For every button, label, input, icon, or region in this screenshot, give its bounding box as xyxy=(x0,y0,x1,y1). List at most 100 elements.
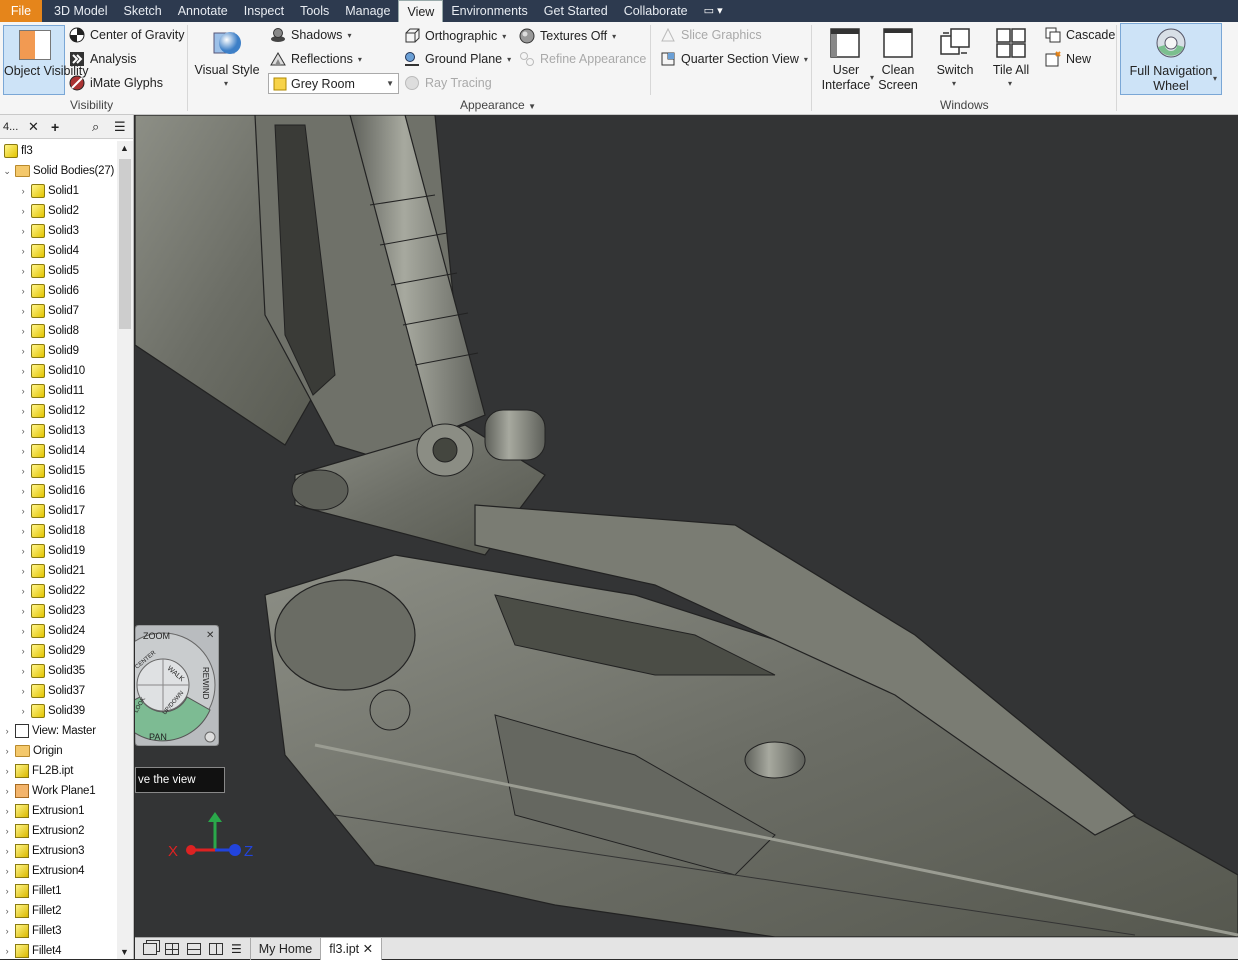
tree-solid-item[interactable]: › Solid21 xyxy=(18,561,85,581)
collapse-arrow-icon[interactable]: ⌄ xyxy=(2,166,12,177)
bike-frame-model[interactable] xyxy=(135,115,1238,937)
ground-plane-button[interactable]: Ground Plane ▾ xyxy=(404,51,511,67)
tree-feature-item[interactable]: › Fillet1 xyxy=(2,881,61,901)
search-icon[interactable]: ⌕ xyxy=(92,119,99,135)
tab-my-home[interactable]: My Home xyxy=(251,937,322,960)
expand-arrow-icon[interactable]: › xyxy=(18,506,28,516)
expand-arrow-icon[interactable]: › xyxy=(2,846,12,856)
tree-feature-item[interactable]: › Extrusion4 xyxy=(2,861,85,881)
expand-arrow-icon[interactable]: › xyxy=(18,466,28,476)
tree-solid-item[interactable]: › Solid15 xyxy=(18,461,85,481)
full-navigation-wheel-button[interactable]: Full Navigation Wheel ▾ xyxy=(1120,23,1222,95)
expand-arrow-icon[interactable]: › xyxy=(18,446,28,456)
orthographic-button[interactable]: Orthographic ▾ xyxy=(404,28,506,44)
reflections-button[interactable]: Reflections ▾ xyxy=(270,51,362,67)
tree-solid-item[interactable]: › Solid16 xyxy=(18,481,85,501)
expand-arrow-icon[interactable]: › xyxy=(18,386,28,396)
analysis-button[interactable]: Analysis xyxy=(69,51,137,67)
tree-feature-item[interactable]: › Fillet3 xyxy=(2,921,61,941)
expand-arrow-icon[interactable]: › xyxy=(2,866,12,876)
expand-arrow-icon[interactable]: › xyxy=(18,526,28,536)
expand-arrow-icon[interactable]: › xyxy=(18,346,28,356)
add-tab-icon[interactable]: + xyxy=(51,119,59,135)
tree-solid-item[interactable]: › Solid1 xyxy=(18,181,79,201)
expand-arrow-icon[interactable]: › xyxy=(18,406,28,416)
lighting-style-select[interactable]: Grey Room ▼ xyxy=(268,73,399,94)
tree-feature-item[interactable]: › Extrusion2 xyxy=(2,821,85,841)
tree-solid-item[interactable]: › Solid39 xyxy=(18,701,85,721)
expand-arrow-icon[interactable]: › xyxy=(18,286,28,296)
tree-solid-item[interactable]: › Solid23 xyxy=(18,601,85,621)
tree-solid-item[interactable]: › Solid19 xyxy=(18,541,85,561)
tree-feature-item[interactable]: › Work Plane1 xyxy=(2,781,96,801)
tree-solid-item[interactable]: › Solid5 xyxy=(18,261,79,281)
tree-solid-item[interactable]: › Solid12 xyxy=(18,401,85,421)
browser-tab-label[interactable]: 4... xyxy=(3,121,18,133)
expand-arrow-icon[interactable]: › xyxy=(2,946,12,956)
tree-solid-item[interactable]: › Solid3 xyxy=(18,221,79,241)
tab-inspect[interactable]: Inspect xyxy=(236,0,292,22)
tree-solid-item[interactable]: › Solid8 xyxy=(18,321,79,341)
center-of-gravity-button[interactable]: Center of Gravity xyxy=(69,27,184,43)
scrollbar-thumb[interactable] xyxy=(119,159,131,329)
expand-arrow-icon[interactable]: › xyxy=(18,246,28,256)
tree-feature-item[interactable]: › Origin xyxy=(2,741,63,761)
expand-arrow-icon[interactable]: › xyxy=(18,626,28,636)
ray-tracing-button[interactable]: Ray Tracing xyxy=(404,75,492,91)
tree-solid-item[interactable]: › Solid10 xyxy=(18,361,85,381)
expand-arrow-icon[interactable]: › xyxy=(18,686,28,696)
expand-arrow-icon[interactable]: › xyxy=(2,826,12,836)
expand-arrow-icon[interactable]: › xyxy=(2,886,12,896)
tab-annotate[interactable]: Annotate xyxy=(170,0,236,22)
tree-feature-item[interactable]: › Fillet2 xyxy=(2,901,61,921)
tree-feature-item[interactable]: › Extrusion1 xyxy=(2,801,85,821)
navigation-wheel[interactable]: ZOOM PAN REWIND WALK UP/DOWN CENTER LOOK… xyxy=(110,624,220,747)
cascade-button[interactable]: Cascade xyxy=(1045,27,1115,43)
expand-arrow-icon[interactable]: › xyxy=(18,666,28,676)
tab-get-started[interactable]: Get Started xyxy=(536,0,616,22)
expand-arrow-icon[interactable]: › xyxy=(18,646,28,656)
expand-arrow-icon[interactable]: › xyxy=(18,586,28,596)
shadows-button[interactable]: Shadows ▾ xyxy=(270,27,351,43)
refine-appearance-button[interactable]: Refine Appearance xyxy=(519,51,646,67)
scroll-up-arrow-icon[interactable]: ▲ xyxy=(120,143,129,153)
menu-icon[interactable]: ☰ xyxy=(114,119,126,135)
tree-solid-item[interactable]: › Solid6 xyxy=(18,281,79,301)
tree-solid-bodies[interactable]: ⌄ Solid Bodies(27) xyxy=(2,161,114,181)
expand-arrow-icon[interactable]: › xyxy=(18,546,28,556)
appearance-group-label[interactable]: Appearance ▼ xyxy=(460,98,536,112)
new-window-button[interactable]: New xyxy=(1045,51,1091,67)
tab-environments[interactable]: Environments xyxy=(443,0,535,22)
tree-solid-item[interactable]: › Solid35 xyxy=(18,661,85,681)
expand-arrow-icon[interactable]: › xyxy=(18,366,28,376)
tree-feature-item[interactable]: › FL2B.ipt xyxy=(2,761,73,781)
tree-solid-item[interactable]: › Solid29 xyxy=(18,641,85,661)
expand-arrow-icon[interactable]: › xyxy=(18,426,28,436)
scroll-down-arrow-icon[interactable]: ▼ xyxy=(120,947,129,957)
tab-tools[interactable]: Tools xyxy=(292,0,337,22)
expand-arrow-icon[interactable]: › xyxy=(2,906,12,916)
panel-dropdown-icon[interactable]: ▭ ▾ xyxy=(696,0,731,22)
tree-solid-item[interactable]: › Solid18 xyxy=(18,521,85,541)
slice-graphics-button[interactable]: Slice Graphics xyxy=(660,27,762,43)
tree-solid-item[interactable]: › Solid24 xyxy=(18,621,85,641)
expand-arrow-icon[interactable]: › xyxy=(2,746,12,756)
cascade-windows-icon[interactable] xyxy=(143,942,157,955)
expand-arrow-icon[interactable]: › xyxy=(18,226,28,236)
tree-solid-item[interactable]: › Solid9 xyxy=(18,341,79,361)
expand-arrow-icon[interactable]: › xyxy=(2,806,12,816)
tab-3d-model[interactable]: 3D Model xyxy=(46,0,116,22)
expand-arrow-icon[interactable]: › xyxy=(2,926,12,936)
expand-arrow-icon[interactable]: › xyxy=(2,726,12,736)
switch-button[interactable]: Switch ▾ xyxy=(932,25,978,95)
clean-screen-button[interactable]: Clean Screen xyxy=(876,25,920,95)
tree-root[interactable]: fl3 xyxy=(4,141,33,161)
expand-arrow-icon[interactable]: › xyxy=(18,566,28,576)
browser-scrollbar[interactable]: ▲ ▼ xyxy=(117,141,133,959)
tab-view[interactable]: View xyxy=(398,0,444,22)
tree-solid-item[interactable]: › Solid22 xyxy=(18,581,85,601)
tree-feature-item[interactable]: › Fillet4 xyxy=(2,941,61,959)
tree-solid-item[interactable]: › Solid11 xyxy=(18,381,84,401)
tab-manage[interactable]: Manage xyxy=(337,0,398,22)
quarter-section-view-button[interactable]: Quarter Section View ▾ xyxy=(660,51,808,67)
